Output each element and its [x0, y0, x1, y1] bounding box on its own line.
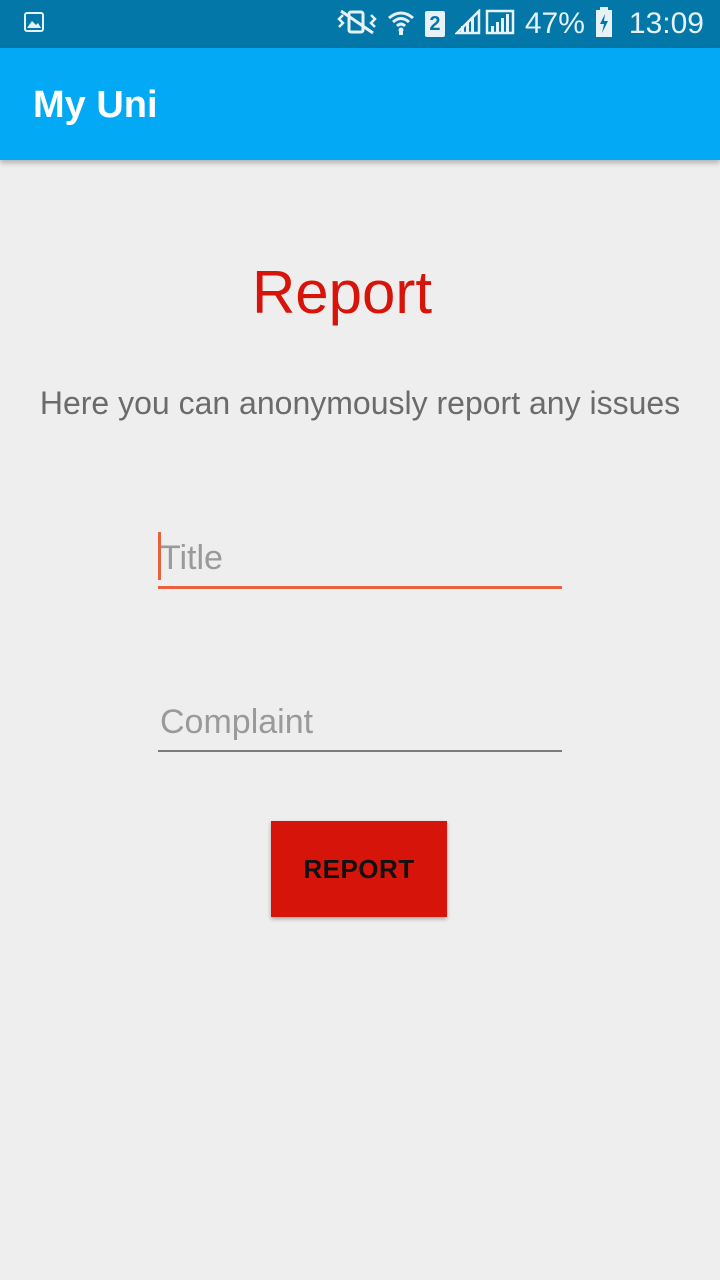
text-cursor: [158, 532, 161, 580]
complaint-input[interactable]: [158, 694, 562, 750]
app-bar: My Uni: [0, 48, 720, 160]
clock: 13:09: [628, 7, 704, 40]
page-description: Here you can anonymously report any issu…: [39, 385, 681, 421]
status-bar: 2 47% 13:09: [0, 0, 720, 48]
app-title: My Uni: [33, 84, 158, 126]
page-title: Report: [251, 259, 433, 326]
vibrate-icon: [337, 9, 377, 40]
battery-percent: 47%: [524, 7, 585, 40]
signal-icon: [453, 7, 515, 40]
gallery-icon: [24, 12, 44, 32]
title-field[interactable]: [158, 530, 562, 589]
complaint-field[interactable]: [158, 694, 562, 752]
report-button[interactable]: REPORT: [271, 821, 447, 917]
battery-icon: [595, 6, 613, 42]
sim-icon: 2: [424, 11, 445, 37]
wifi-icon: [387, 9, 415, 40]
title-input[interactable]: [158, 530, 562, 586]
status-icons: 2 47% 13:09: [337, 0, 704, 48]
